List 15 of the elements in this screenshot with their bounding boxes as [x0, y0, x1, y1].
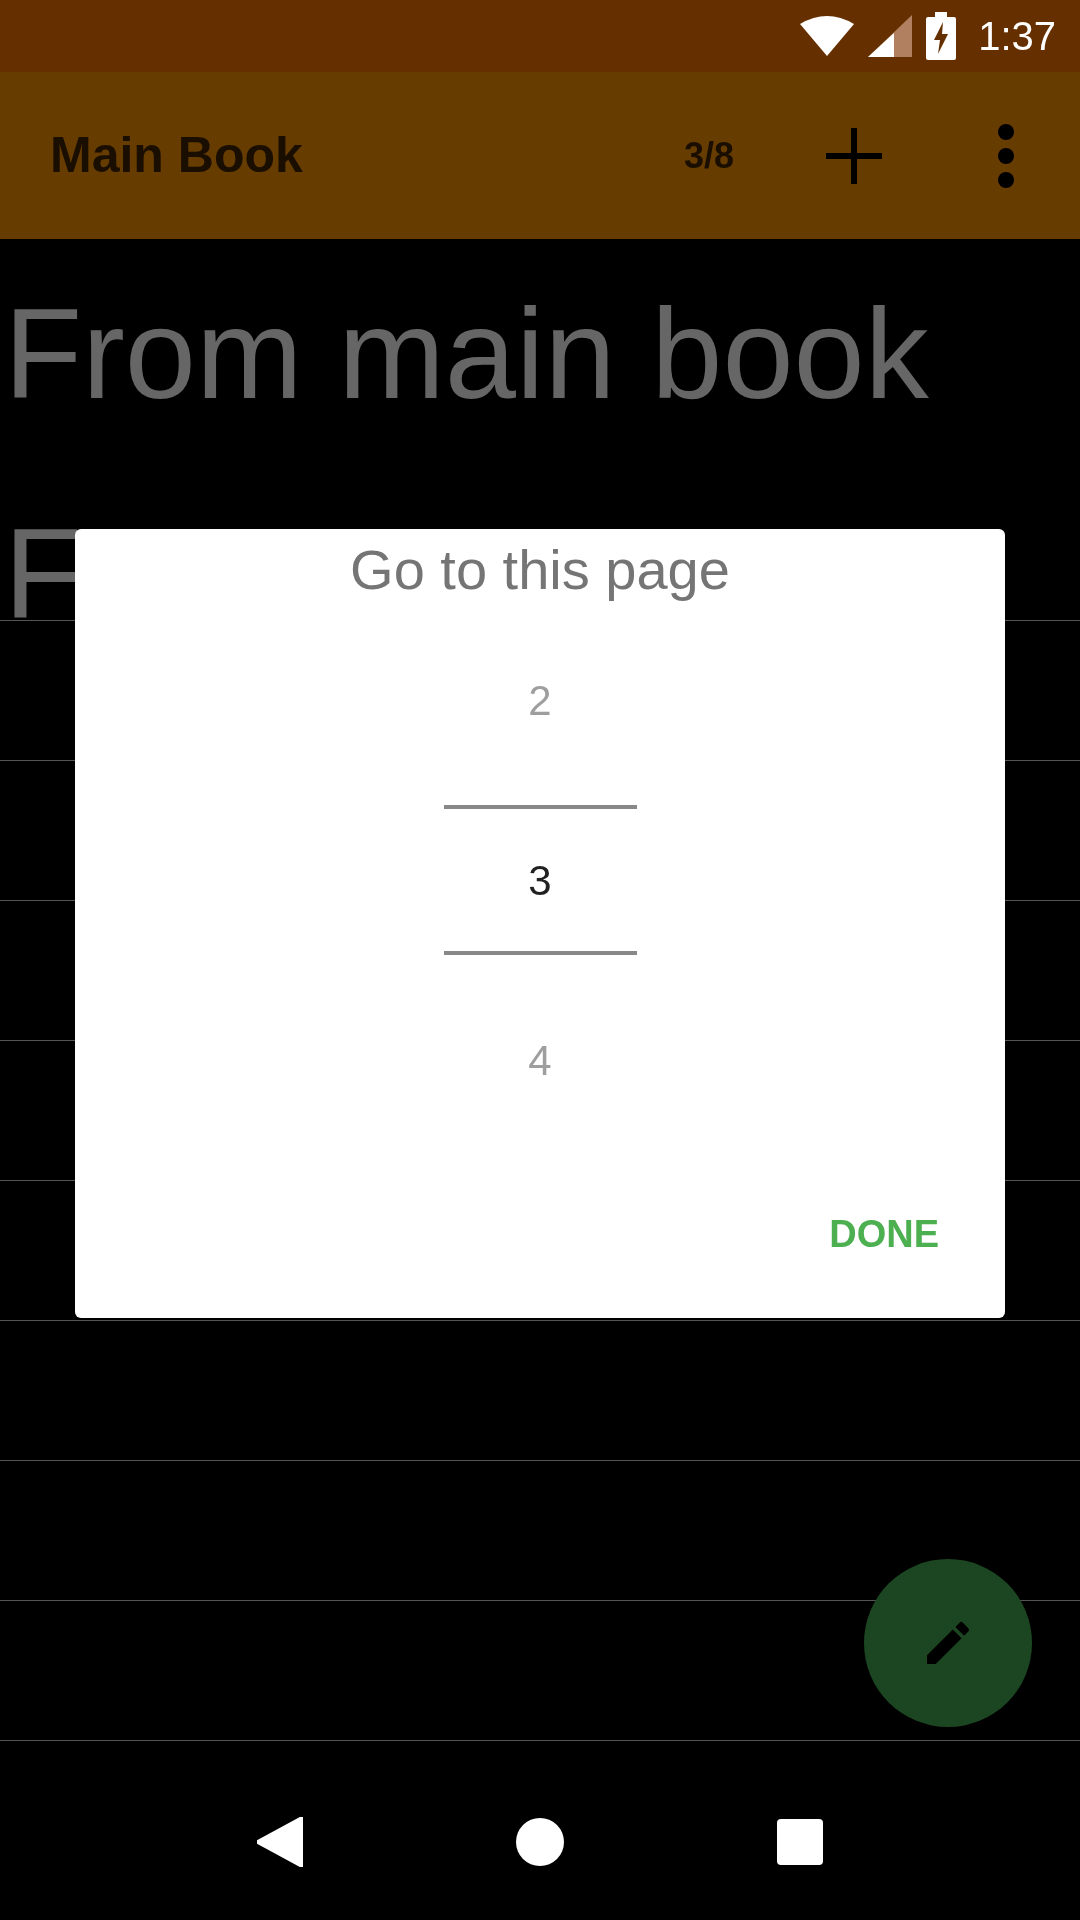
done-button[interactable]: DONE [813, 1190, 955, 1278]
signal-icon [868, 15, 913, 57]
page-text: From main book [4, 282, 929, 425]
picker-value[interactable]: 4 [443, 985, 637, 1135]
dialog-title: Go to this page [350, 536, 730, 603]
picker-value[interactable]: 2 [443, 625, 637, 775]
home-icon[interactable] [516, 1817, 564, 1866]
back-icon[interactable] [256, 1816, 303, 1867]
wifi-icon [800, 16, 855, 56]
status-time: 1:37 [978, 13, 1056, 60]
page-indicator: 3/8 [683, 133, 734, 178]
battery-icon [926, 12, 957, 60]
app-title: Main Book [50, 126, 304, 185]
picker-value[interactable]: 3 [443, 805, 637, 955]
recents-icon[interactable] [777, 1818, 824, 1865]
